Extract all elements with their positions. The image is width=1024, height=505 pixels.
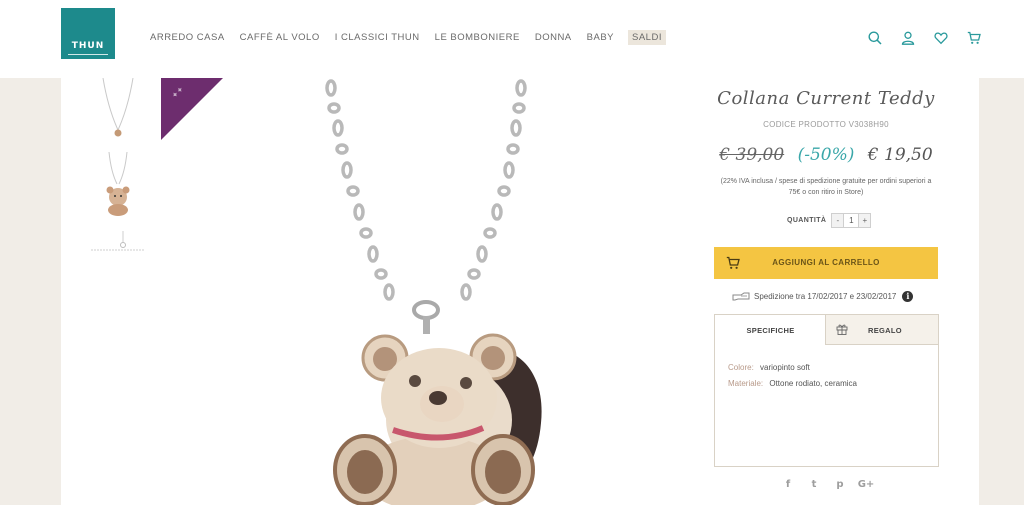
main-product-image[interactable]: ✦✦ — [161, 78, 631, 505]
spec-row-materiale: Materiale: Ottone rodiato, ceramica — [728, 376, 857, 392]
logo-underline — [68, 54, 108, 55]
nav-baby[interactable]: BABY — [587, 32, 614, 43]
quantity-input[interactable]: 1 — [844, 213, 859, 228]
site-header: THUN ARREDO CASA CAFFÈ AL VOLO I CLASSIC… — [0, 0, 1024, 78]
thumbnail-necklace-full-view[interactable] — [83, 77, 153, 148]
tab-header: SPECIFICHE REGALO — [715, 315, 938, 345]
thumbnail-strip — [83, 77, 153, 300]
nav-i-classici-thun[interactable]: I CLASSICI THUN — [335, 32, 420, 43]
thumbnail-teddy-pendant-closeup[interactable] — [83, 151, 153, 222]
shipping-estimate: Spedizione tra 17/02/2017 e 23/02/2017 i — [732, 289, 914, 303]
add-to-cart-label: AGGIUNGI AL CARRELLO — [772, 258, 880, 267]
nav-arredo-casa[interactable]: ARREDO CASA — [150, 32, 225, 43]
heart-icon[interactable] — [932, 29, 950, 47]
google-plus-icon[interactable]: G+ — [856, 479, 876, 493]
tab-specifiche-label: SPECIFICHE — [746, 326, 795, 335]
spec-key: Materiale: — [728, 379, 764, 388]
quantity-label: QUANTITÀ — [787, 217, 827, 224]
quantity-decrease-button[interactable]: - — [831, 213, 845, 228]
spec-value: variopinto soft — [760, 363, 810, 372]
product-code: CODICE PRODOTTO V3038H90 — [763, 120, 889, 129]
header-actions — [866, 29, 998, 47]
teddy-bear-necklace-image — [325, 79, 542, 505]
sale-badge — [161, 78, 223, 140]
pinterest-icon[interactable]: p — [830, 479, 850, 493]
spec-list: Colore: variopinto soft Materiale: Otton… — [728, 360, 857, 392]
product-tabs: SPECIFICHE REGALO Colore: variopinto sof… — [714, 314, 939, 467]
product-panel: ✦✦ Collana Current Teddy CODICE PRODOTTO… — [61, 77, 979, 505]
main-nav: ARREDO CASA CAFFÈ AL VOLO I CLASSICI THU… — [150, 29, 681, 45]
tab-specifiche[interactable]: SPECIFICHE — [715, 315, 826, 345]
twitter-icon[interactable]: t — [804, 479, 824, 493]
search-icon[interactable] — [866, 29, 884, 47]
social-share: f t p G+ — [778, 479, 882, 493]
info-icon[interactable]: i — [902, 290, 914, 302]
cart-icon[interactable] — [965, 29, 983, 47]
spec-value: Ottone rodiato, ceramica — [769, 379, 857, 388]
add-to-cart-button[interactable]: AGGIUNGI AL CARRELLO — [714, 247, 938, 279]
shipping-hand-icon — [732, 292, 750, 301]
price-block: € 39,00 (-50%) € 19,50 — [714, 145, 938, 165]
nav-caffe-al-volo[interactable]: CAFFÈ AL VOLO — [240, 32, 320, 43]
nav-donna[interactable]: DONNA — [535, 32, 572, 43]
original-price: € 39,00 — [719, 145, 785, 165]
tab-regalo[interactable]: REGALO — [826, 315, 938, 345]
user-icon[interactable] — [899, 29, 917, 47]
discount-percent: (-50%) — [797, 145, 855, 165]
gift-icon — [836, 324, 848, 335]
nav-saldi[interactable]: SALDI — [628, 29, 666, 45]
spec-key: Colore: — [728, 363, 754, 372]
shipping-text: Spedizione tra 17/02/2017 e 23/02/2017 — [754, 291, 897, 301]
quantity-increase-button[interactable]: + — [858, 213, 872, 228]
spec-row-colore: Colore: variopinto soft — [728, 360, 857, 376]
tab-regalo-label: REGALO — [868, 326, 902, 335]
logo-text: THUN — [71, 41, 105, 51]
nav-le-bomboniere[interactable]: LE BOMBONIERE — [435, 32, 520, 43]
thumbnail-necklace-clasp[interactable] — [83, 226, 153, 296]
thun-logo[interactable]: THUN — [61, 8, 115, 59]
vat-shipping-note: (22% IVA inclusa / spese di spedizione g… — [720, 178, 932, 196]
quantity-stepper: QUANTITÀ - 1 + — [787, 213, 872, 228]
product-title: Collana Current Teddy — [717, 88, 935, 109]
sale-price: € 19,50 — [867, 145, 933, 165]
facebook-icon[interactable]: f — [778, 479, 798, 493]
